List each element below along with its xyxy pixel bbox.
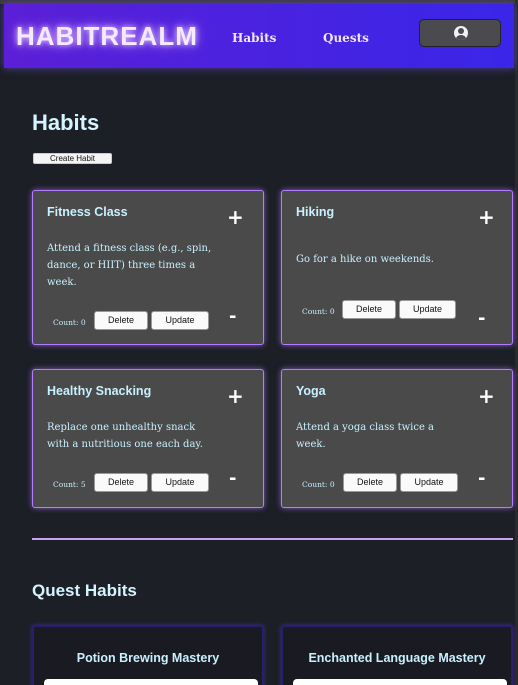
delete-button[interactable]: Delete xyxy=(94,473,148,492)
habits-heading: Habits xyxy=(32,110,100,135)
habit-card-healthy-snacking: Healthy Snacking + Replace one unhealthy… xyxy=(32,369,264,508)
decrement-button[interactable]: - xyxy=(229,468,236,489)
habit-card-yoga: Yoga + Attend a yoga class twice a week.… xyxy=(281,369,513,508)
quest-card-enchanted-language: Enchanted Language Mastery xyxy=(281,625,513,685)
create-habit-button[interactable]: Create Habit xyxy=(33,153,112,164)
increment-button[interactable]: + xyxy=(227,205,244,229)
habit-description: Replace one unhealthy snack with a nutri… xyxy=(47,422,203,450)
decrement-button[interactable]: - xyxy=(478,308,485,329)
habit-card-fitness-class: Fitness Class + Attend a fitness class (… xyxy=(32,190,264,345)
delete-button[interactable]: Delete xyxy=(343,473,397,492)
delete-button[interactable]: Delete xyxy=(342,300,396,319)
quest-name: Potion Brewing Mastery xyxy=(76,651,220,665)
habit-description: Attend a yoga class twice a week. xyxy=(296,422,435,450)
update-button[interactable]: Update xyxy=(400,473,458,492)
habit-count: Count: 0 xyxy=(302,307,335,316)
increment-button[interactable]: + xyxy=(478,205,495,229)
update-button[interactable]: Update xyxy=(151,311,209,330)
habit-name: Fitness Class xyxy=(47,205,128,219)
quest-progress-bar xyxy=(44,679,258,685)
app-logo[interactable]: HABITREALM xyxy=(16,21,198,52)
quest-card-potion-brewing: Potion Brewing Mastery xyxy=(32,625,264,685)
profile-button[interactable] xyxy=(419,19,501,47)
decrement-button[interactable]: - xyxy=(229,306,236,327)
user-circle-icon xyxy=(454,26,468,40)
quest-habits-heading: Quest Habits xyxy=(32,581,137,600)
habit-description: Attend a fitness class (e.g., spin, danc… xyxy=(47,243,212,288)
nav-quests-link[interactable]: Quests xyxy=(323,31,369,45)
habit-name: Healthy Snacking xyxy=(47,384,152,398)
habit-name: Hiking xyxy=(296,205,335,219)
habit-count: Count: 0 xyxy=(302,480,335,489)
top-navbar: HABITREALM Habits Quests xyxy=(4,4,514,68)
habit-count: Count: 0 xyxy=(53,318,86,327)
habit-name: Yoga xyxy=(296,384,326,398)
habit-card-hiking: Hiking + Go for a hike on weekends. Coun… xyxy=(281,190,513,345)
delete-button[interactable]: Delete xyxy=(94,311,148,330)
update-button[interactable]: Update xyxy=(151,473,209,492)
increment-button[interactable]: + xyxy=(227,384,244,408)
nav-habits-link[interactable]: Habits xyxy=(232,31,276,45)
habit-count: Count: 5 xyxy=(53,480,86,489)
increment-button[interactable]: + xyxy=(478,384,495,408)
quest-progress-bar xyxy=(293,679,507,685)
decrement-button[interactable]: - xyxy=(478,468,485,489)
update-button[interactable]: Update xyxy=(399,300,456,319)
section-divider xyxy=(32,538,513,540)
quest-name: Enchanted Language Mastery xyxy=(308,651,486,665)
habit-description: Go for a hike on weekends. xyxy=(296,254,434,265)
